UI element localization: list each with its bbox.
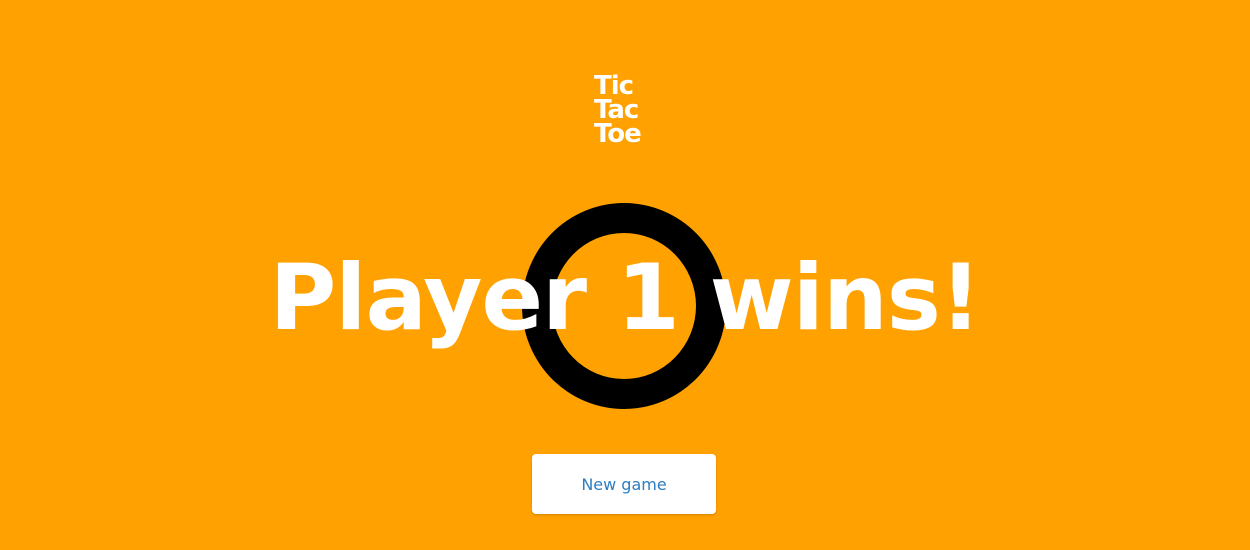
logo-line-toe: Toe <box>594 119 642 149</box>
new-game-button[interactable]: New game <box>532 454 716 514</box>
winner-message: Player 1 wins! <box>269 246 982 351</box>
game-logo: Tic Tac Toe <box>594 73 664 149</box>
